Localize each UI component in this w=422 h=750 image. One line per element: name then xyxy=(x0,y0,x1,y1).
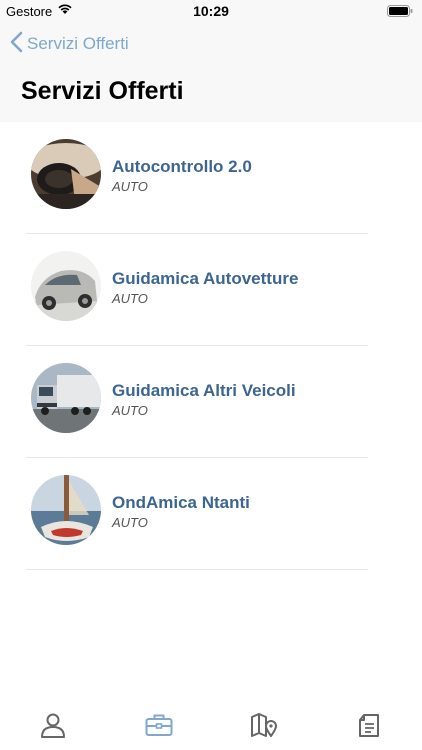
service-category: AUTO xyxy=(112,179,148,194)
service-title: Guidamica Altri Veicoli xyxy=(112,381,296,400)
list-item[interactable]: Guidamica Autovetture AUTO xyxy=(0,234,422,346)
divider xyxy=(26,569,368,570)
list-item[interactable]: OndAmica Ntanti AUTO xyxy=(0,458,422,570)
sailboat-image xyxy=(31,475,101,545)
tab-services[interactable] xyxy=(144,712,174,742)
back-button[interactable]: Servizi Offerti xyxy=(10,30,129,58)
services-list: Autocontrollo 2.0 AUTO Guidamica Autovet… xyxy=(0,122,422,570)
battery-icon xyxy=(387,5,413,20)
list-item[interactable]: Autocontrollo 2.0 AUTO xyxy=(0,122,422,234)
chevron-left-icon xyxy=(10,31,23,58)
page-title: Servizi Offerti xyxy=(21,77,184,105)
list-item[interactable]: Guidamica Altri Veicoli AUTO xyxy=(0,346,422,458)
clock: 10:29 xyxy=(193,3,229,19)
person-icon xyxy=(40,712,66,743)
service-category: AUTO xyxy=(112,291,148,306)
tab-documents[interactable] xyxy=(354,712,384,742)
silver-car-image xyxy=(31,251,101,321)
service-title: Guidamica Autovetture xyxy=(112,269,299,288)
map-icon xyxy=(250,712,278,743)
document-icon xyxy=(358,712,380,743)
car-interior-image xyxy=(31,139,101,209)
tab-bar xyxy=(0,700,422,750)
service-title: OndAmica Ntanti xyxy=(112,493,250,512)
tab-profile[interactable] xyxy=(38,712,68,742)
status-bar: Gestore 10:29 xyxy=(0,0,422,22)
briefcase-icon xyxy=(145,713,173,742)
service-title: Autocontrollo 2.0 xyxy=(112,157,252,176)
service-category: AUTO xyxy=(112,403,148,418)
truck-image xyxy=(31,363,101,433)
service-category: AUTO xyxy=(112,515,148,530)
back-label: Servizi Offerti xyxy=(27,34,129,53)
navigation-bar: Servizi Offerti Servizi Offerti xyxy=(0,22,422,122)
tab-map[interactable] xyxy=(249,712,279,742)
